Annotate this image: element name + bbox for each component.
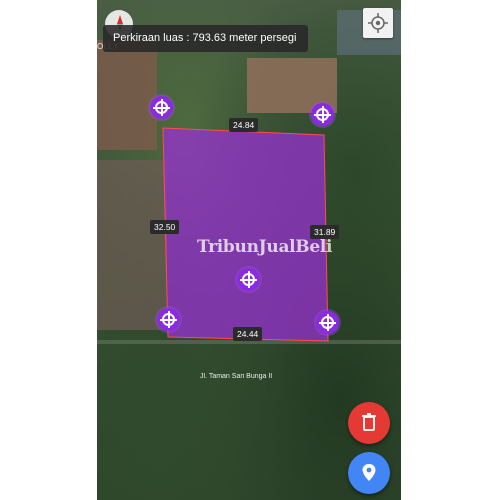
crosshair-marker-icon[interactable]: [150, 96, 173, 119]
edge-length-top: 24.84: [229, 118, 259, 132]
edge-length-left: 32.50: [150, 220, 180, 234]
delete-button[interactable]: [348, 402, 390, 444]
crosshair-marker-icon[interactable]: [157, 308, 180, 331]
edge-length-bottom: 24.44: [233, 327, 263, 341]
crosshair-marker-icon[interactable]: [237, 268, 260, 291]
crosshair-marker-icon[interactable]: [316, 311, 339, 334]
gps-crosshair-icon: [368, 13, 388, 33]
map-pin-icon: [362, 464, 376, 481]
add-location-button[interactable]: [348, 452, 390, 494]
watermark-logo: TribunJualBeli: [197, 237, 333, 257]
trash-icon: [362, 413, 376, 431]
gps-button[interactable]: [363, 8, 393, 38]
plot-area[interactable]: [162, 127, 329, 342]
street-name-label: Jl. Taman Sari Bunga II: [200, 373, 273, 380]
crosshair-marker-icon[interactable]: [311, 103, 334, 126]
map-view[interactable]: OLLY Perkiraan luas : 793.63 meter perse…: [97, 0, 401, 500]
compass-needle-north: [117, 15, 123, 24]
area-estimate-chip: Perkiraan luas : 793.63 meter persegi: [103, 25, 309, 52]
